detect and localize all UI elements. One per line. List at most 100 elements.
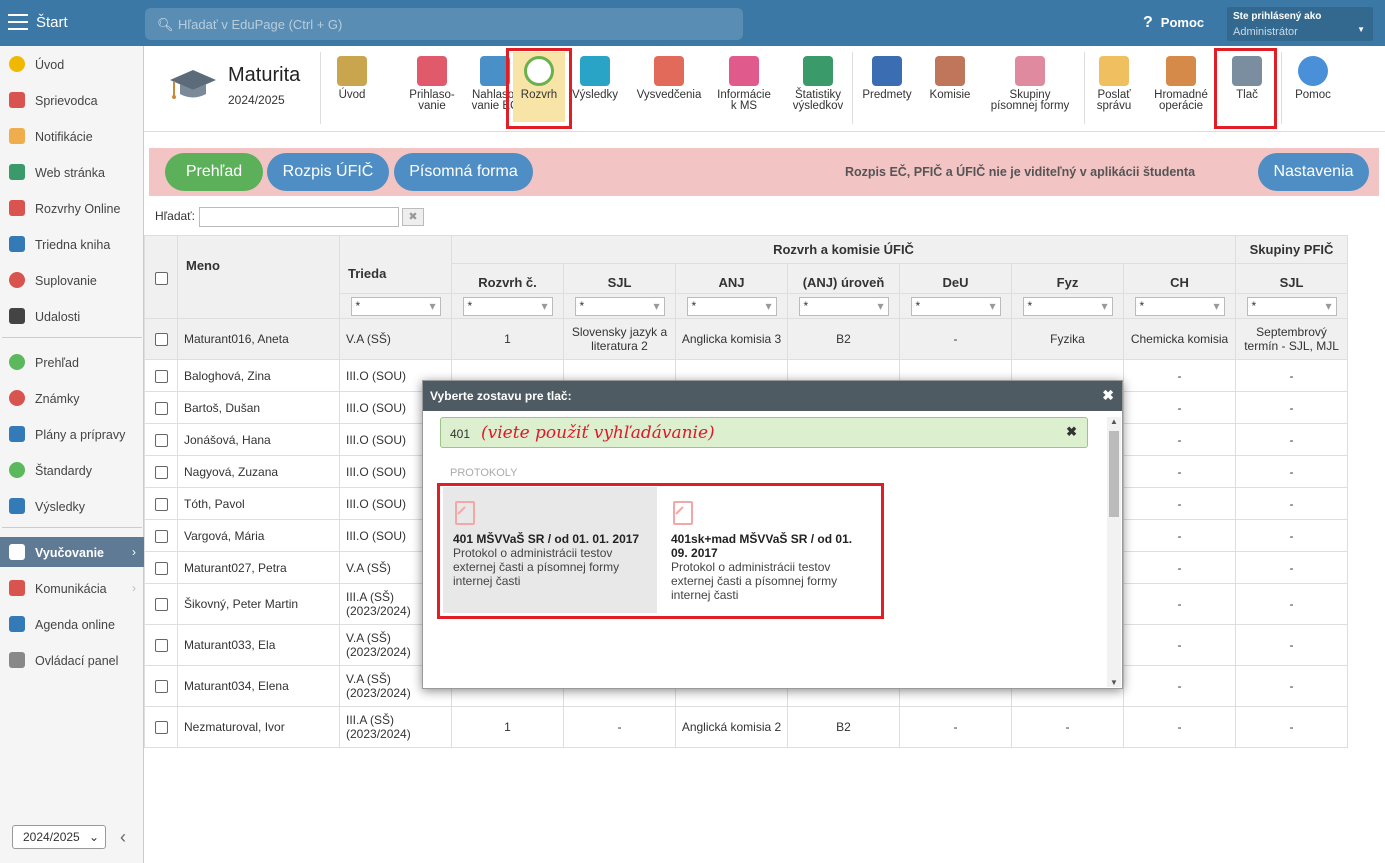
row-checkbox[interactable] (154, 333, 168, 347)
sidebar-item-6[interactable]: Triedna kniha (0, 229, 144, 259)
column-filter-select[interactable]: * (798, 296, 889, 316)
clear-search-icon[interactable]: ✖ (1066, 424, 1077, 440)
student-name[interactable]: Nagyová, Zuzana (177, 455, 340, 488)
pfic-cell[interactable]: Septembrový termín - SJL, MJL (1235, 318, 1349, 360)
sidebar-item-16[interactable]: Agenda online (0, 609, 144, 639)
pfic-cell[interactable]: - (1235, 624, 1349, 666)
table-cell[interactable]: B2 (787, 318, 900, 360)
table-row[interactable]: Nezmaturoval, Ivor III.A (SŠ) (2023/2024)… (144, 706, 1349, 748)
table-cell[interactable]: - (899, 318, 1012, 360)
select-all-checkbox[interactable] (154, 271, 168, 285)
table-cell[interactable]: - (899, 706, 1012, 748)
student-name[interactable]: Maturant033, Ela (177, 624, 340, 666)
pfic-cell[interactable]: - (1235, 455, 1349, 488)
toolbar-button-11[interactable]: Skupiny písomnej formy (978, 52, 1082, 122)
collapse-sidebar-icon[interactable]: ‹ (120, 827, 126, 848)
student-name[interactable]: Maturant027, Petra (177, 551, 340, 584)
sidebar-item-11[interactable]: Plány a prípravy (0, 419, 144, 449)
table-cell[interactable]: B2 (787, 706, 900, 748)
menu-icon[interactable] (8, 14, 28, 30)
table-cell[interactable]: Chemicka komisia (1122, 318, 1237, 360)
student-name[interactable]: Vargová, Mária (177, 519, 340, 552)
pfic-cell[interactable]: - (1235, 551, 1349, 584)
column-filter-select[interactable]: * (350, 296, 441, 316)
scroll-down-icon[interactable]: ▼ (1110, 678, 1118, 687)
column-filter-select[interactable]: * (686, 296, 777, 316)
pfic-cell[interactable]: - (1235, 391, 1349, 424)
col-header[interactable]: Fyz (1011, 263, 1124, 294)
student-name[interactable]: Nezmaturoval, Ivor (177, 706, 340, 748)
sidebar-item-8[interactable]: Udalosti (0, 301, 144, 331)
help-link[interactable]: ? Pomoc (1143, 14, 1204, 32)
row-checkbox[interactable] (154, 680, 168, 694)
column-filter-select[interactable]: * (910, 296, 1001, 316)
sidebar-item-3[interactable]: Notifikácie (0, 121, 144, 151)
pfic-cell[interactable]: - (1235, 487, 1349, 520)
toolbar-button-9[interactable]: Predmety (852, 52, 922, 122)
sidebar-item-2[interactable]: Sprievodca (0, 85, 144, 115)
toolbar-button-10[interactable]: Komisie (922, 52, 978, 122)
row-checkbox[interactable] (154, 497, 168, 511)
settings-button[interactable]: Nastavenia (1258, 153, 1369, 191)
sidebar-item-14[interactable]: Vyučovanie › (0, 537, 144, 567)
search-input[interactable]: 🔍︎ Hľadať v EduPage (Ctrl + G) (145, 8, 743, 40)
sidebar-item-12[interactable]: Štandardy (0, 455, 144, 485)
sidebar-item-5[interactable]: Rozvrhy Online (0, 193, 144, 223)
report-search-input[interactable]: 401 (viete použiť vyhľadávanie) ✖ (440, 417, 1088, 448)
sidebar-item-4[interactable]: Web stránka (0, 157, 144, 187)
table-cell[interactable]: - (1122, 455, 1237, 488)
tab-schedule[interactable]: Rozpis ÚFIČ (267, 153, 389, 191)
year-select[interactable]: 2024/2025 ⌄ (12, 825, 106, 849)
table-cell[interactable]: - (1122, 423, 1237, 456)
column-filter-select[interactable]: * (462, 296, 553, 316)
col-header[interactable]: ANJ (675, 263, 788, 294)
table-cell[interactable]: - (1122, 624, 1237, 666)
scroll-up-icon[interactable]: ▲ (1110, 417, 1118, 426)
row-checkbox[interactable] (154, 369, 168, 383)
table-cell[interactable]: - (1011, 706, 1124, 748)
table-cell[interactable]: - (1122, 391, 1237, 424)
toolbar-button-2[interactable]: Prihlaso- vanie (398, 52, 466, 122)
toolbar-button-7[interactable]: Informácie k MS (710, 52, 778, 122)
col-name[interactable]: Meno (177, 235, 340, 319)
table-cell[interactable]: - (1122, 487, 1237, 520)
col-header[interactable]: (ANJ) úroveň (787, 263, 900, 294)
toolbar-button-1[interactable]: Úvod (318, 52, 386, 122)
dialog-scrollbar[interactable]: ▲ ▼ (1107, 417, 1121, 687)
table-cell[interactable]: 1 (451, 318, 564, 360)
table-cell[interactable]: - (563, 706, 676, 748)
student-name[interactable]: Maturant034, Elena (177, 665, 340, 707)
row-checkbox[interactable] (154, 561, 168, 575)
pfic-cell[interactable]: - (1235, 583, 1349, 625)
col-header[interactable]: CH (1122, 263, 1237, 294)
scroll-thumb[interactable] (1109, 431, 1119, 517)
table-cell[interactable]: - (1122, 519, 1237, 552)
sidebar-item-17[interactable]: Ovládací panel (0, 645, 144, 675)
table-cell[interactable]: - (1122, 551, 1237, 584)
row-checkbox[interactable] (154, 639, 168, 653)
toolbar-button-8[interactable]: Štatistiky výsledkov (778, 52, 858, 122)
pfic-cell[interactable]: - (1235, 359, 1349, 392)
col-header[interactable]: SJL (563, 263, 676, 294)
pfic-cell[interactable]: - (1235, 519, 1349, 552)
column-filter-select[interactable]: * (1134, 296, 1225, 316)
sidebar-item-9[interactable]: Prehľad (0, 347, 144, 377)
student-name[interactable]: Maturant016, Aneta (177, 318, 340, 360)
table-cell[interactable]: Anglicka komisia 3 (675, 318, 788, 360)
pfic-cell[interactable]: - (1235, 423, 1349, 456)
table-cell[interactable]: - (1122, 359, 1237, 392)
col-header[interactable]: Rozvrh č. (451, 263, 564, 294)
tab-overview[interactable]: Prehľad (165, 153, 263, 191)
user-menu[interactable]: Ste prihlásený ako Administrátor ▼ (1227, 7, 1373, 41)
filter-input[interactable] (199, 207, 399, 227)
col-header[interactable]: SJL (1235, 263, 1349, 294)
table-cell[interactable]: 1 (451, 706, 564, 748)
pfic-cell[interactable]: - (1235, 706, 1349, 748)
sidebar-item-10[interactable]: Známky (0, 383, 144, 413)
sidebar-item-7[interactable]: Suplovanie (0, 265, 144, 295)
col-header[interactable]: DeU (899, 263, 1012, 294)
row-checkbox[interactable] (154, 721, 168, 735)
row-checkbox[interactable] (154, 433, 168, 447)
toolbar-button-12[interactable]: Poslať správu (1080, 52, 1148, 122)
table-cell[interactable]: - (1122, 665, 1237, 707)
